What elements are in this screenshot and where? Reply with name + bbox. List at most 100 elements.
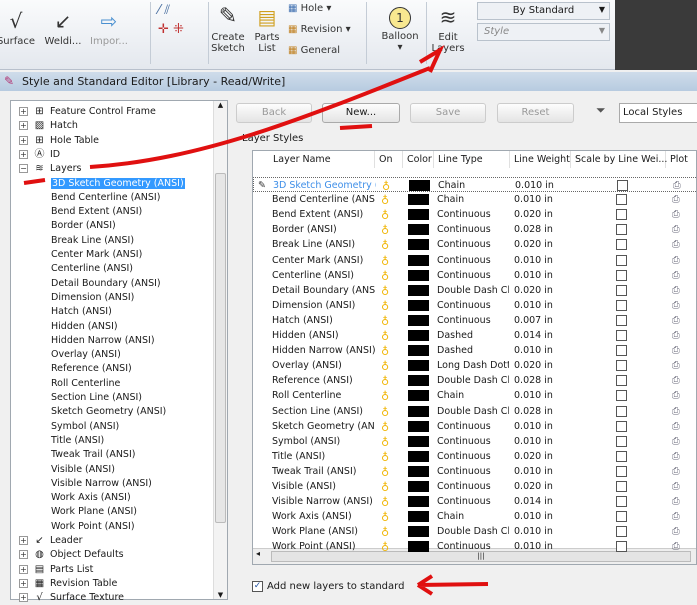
light-bulb-on-icon[interactable]: ♀ xyxy=(381,388,389,403)
tree-item-layer[interactable]: Bend Extent (ANSI) xyxy=(51,205,142,219)
column-header[interactable]: Scale by Line Wei... xyxy=(571,151,667,168)
table-row[interactable]: Hidden (ANSI) ♀ Dashed 0.014 in ⎙ xyxy=(253,328,696,343)
light-bulb-on-icon[interactable]: ♀ xyxy=(381,509,389,524)
plot-printer-icon[interactable]: ⎙ xyxy=(672,509,680,524)
plot-printer-icon[interactable]: ⎙ xyxy=(672,434,680,449)
scale-by-line-weight-checkbox[interactable] xyxy=(616,541,627,553)
scale-by-line-weight-checkbox[interactable] xyxy=(616,239,627,251)
plot-printer-icon[interactable]: ⎙ xyxy=(672,192,680,207)
tree-item-layer[interactable]: Sketch Geometry (ANSI) xyxy=(51,405,166,419)
scale-by-line-weight-checkbox[interactable] xyxy=(616,209,627,221)
expand-toggle-icon[interactable]: + xyxy=(19,593,28,603)
table-row[interactable]: Hatch (ANSI) ♀ Continuous 0.007 in ⎙ xyxy=(253,313,696,328)
scale-by-line-weight-checkbox[interactable] xyxy=(616,465,627,477)
scale-by-line-weight-checkbox[interactable] xyxy=(616,194,627,206)
scale-by-line-weight-checkbox[interactable] xyxy=(616,496,627,508)
scale-by-line-weight-checkbox[interactable] xyxy=(616,375,627,387)
table-row[interactable]: Title (ANSI) ♀ Continuous 0.020 in ⎙ xyxy=(253,449,696,464)
tree-item-layer[interactable]: Work Point (ANSI) xyxy=(51,520,135,534)
tree-item-layer[interactable]: Symbol (ANSI) xyxy=(51,420,119,434)
plot-printer-icon[interactable]: ⎙ xyxy=(672,313,680,328)
tree-item-layer[interactable]: Title (ANSI) xyxy=(51,434,104,448)
tree-item-layers[interactable]: − ≋ Layers xyxy=(19,162,214,176)
tree-item-layer[interactable]: Hatch (ANSI) xyxy=(51,305,112,319)
plot-printer-icon[interactable]: ⎙ xyxy=(672,449,680,464)
light-bulb-on-icon[interactable]: ♀ xyxy=(381,253,389,268)
color-swatch[interactable] xyxy=(408,239,429,251)
tree-item-layer[interactable]: Hidden Narrow (ANSI) xyxy=(51,334,155,348)
tree-item-layer[interactable]: Break Line (ANSI) xyxy=(51,234,134,248)
tree-item-object-defaults[interactable]: + ◍ Object Defaults xyxy=(19,548,214,562)
parts-list-button[interactable]: ▤ Parts List xyxy=(252,4,282,54)
plot-printer-icon[interactable]: ⎙ xyxy=(672,298,680,313)
tree-item-layer[interactable]: Section Line (ANSI) xyxy=(51,391,142,405)
column-header[interactable]: Line Type xyxy=(434,151,510,168)
scale-by-line-weight-checkbox[interactable] xyxy=(616,511,627,523)
surface-button[interactable]: √ Surface xyxy=(0,8,36,47)
plot-printer-icon[interactable]: ⎙ xyxy=(672,358,680,373)
plot-printer-icon[interactable]: ⎙ xyxy=(672,222,680,237)
scale-by-line-weight-checkbox[interactable] xyxy=(616,526,627,538)
color-swatch[interactable] xyxy=(408,299,429,311)
table-row[interactable]: Bend Centerline (ANSI) ♀ Chain 0.010 in ⎙ xyxy=(253,192,696,207)
tree-item-parts-list[interactable]: + ▤ Parts List xyxy=(19,563,214,577)
revision-table-button[interactable]: ▦ Revision ▾ xyxy=(288,24,351,35)
table-row[interactable]: Roll Centerline ♀ Chain 0.010 in ⎙ xyxy=(253,388,696,403)
column-header[interactable]: Line Weight xyxy=(510,151,571,168)
table-row[interactable]: Visible Narrow (ANSI) ♀ Continuous 0.014 in… xyxy=(253,494,696,509)
plot-printer-icon[interactable]: ⎙ xyxy=(672,539,680,554)
table-row[interactable]: Centerline (ANSI) ♀ Continuous 0.010 in ⎙ xyxy=(253,268,696,283)
tree-item-layer[interactable]: Work Plane (ANSI) xyxy=(51,505,137,519)
color-swatch[interactable] xyxy=(408,194,429,206)
plot-printer-icon[interactable]: ⎙ xyxy=(672,237,680,252)
tree-item-id[interactable]: + Ⓐ ID xyxy=(19,148,214,162)
add-to-standard-checkbox[interactable]: ✓ xyxy=(252,581,263,592)
plot-printer-icon[interactable]: ⎙ xyxy=(672,373,680,388)
color-swatch[interactable] xyxy=(408,345,429,357)
table-row[interactable]: Overlay (ANSI) ♀ Long Dash Dotted 0.020 in ⎙ xyxy=(253,358,696,373)
color-swatch[interactable] xyxy=(408,284,429,296)
welding-button[interactable]: ↙ Weldi... xyxy=(42,8,84,47)
tree-item-layer[interactable]: Work Axis (ANSI) xyxy=(51,491,131,505)
light-bulb-on-icon[interactable]: ♀ xyxy=(381,404,389,419)
column-header[interactable]: On xyxy=(375,151,403,168)
color-swatch[interactable] xyxy=(409,180,430,191)
light-bulb-on-icon[interactable]: ♀ xyxy=(381,237,389,252)
light-bulb-on-icon[interactable]: ♀ xyxy=(381,479,389,494)
light-bulb-on-icon[interactable]: ♀ xyxy=(381,328,389,343)
tree-item-layer[interactable]: Dimension (ANSI) xyxy=(51,291,134,305)
tree-item-layer[interactable]: Border (ANSI) xyxy=(51,219,116,233)
scale-by-line-weight-checkbox[interactable] xyxy=(616,330,627,341)
light-bulb-on-icon[interactable]: ♀ xyxy=(381,192,389,207)
light-bulb-on-icon[interactable]: ♀ xyxy=(381,298,389,313)
expand-toggle-icon[interactable]: + xyxy=(19,564,28,574)
scale-by-line-weight-checkbox[interactable] xyxy=(617,180,628,191)
color-swatch[interactable] xyxy=(408,269,429,281)
plot-printer-icon[interactable]: ⎙ xyxy=(672,388,680,403)
plot-printer-icon[interactable]: ⎙ xyxy=(672,419,680,434)
edit-layers-button[interactable]: ≋ Edit Layers xyxy=(430,4,466,54)
expand-toggle-icon[interactable]: − xyxy=(19,164,28,174)
scale-by-line-weight-checkbox[interactable] xyxy=(616,390,627,402)
plot-printer-icon[interactable]: ⎙ xyxy=(672,524,680,539)
light-bulb-on-icon[interactable]: ♀ xyxy=(381,449,389,464)
scale-by-line-weight-checkbox[interactable] xyxy=(616,224,627,236)
color-swatch[interactable] xyxy=(408,390,429,402)
table-row[interactable]: Symbol (ANSI) ♀ Continuous 0.010 in ⎙ xyxy=(253,434,696,449)
light-bulb-on-icon[interactable]: ♀ xyxy=(381,358,389,373)
color-swatch[interactable] xyxy=(408,375,429,387)
style-dropdown[interactable]: Style ▼ xyxy=(477,23,610,41)
back-button[interactable]: Back xyxy=(236,103,312,123)
table-row[interactable]: ✎ 3D Sketch Geometry (ANSI) ♀ Chain 0.010 in… xyxy=(253,177,696,192)
light-bulb-on-icon[interactable]: ♀ xyxy=(381,524,389,539)
expand-toggle-icon[interactable]: + xyxy=(19,550,28,560)
plot-printer-icon[interactable]: ⎙ xyxy=(672,464,680,479)
scroll-thumb[interactable] xyxy=(215,173,226,523)
table-row[interactable]: Reference (ANSI) ♀ Double Dash Chain 0.028 … xyxy=(253,373,696,388)
tree-item-layer[interactable]: Roll Centerline xyxy=(51,377,120,391)
light-bulb-on-icon[interactable]: ♀ xyxy=(381,419,389,434)
scale-by-line-weight-checkbox[interactable] xyxy=(616,254,627,266)
table-row[interactable]: Section Line (ANSI) ♀ Double Dash Chain 0.0… xyxy=(253,404,696,419)
new-button[interactable]: New... xyxy=(322,103,400,123)
table-row[interactable]: Dimension (ANSI) ♀ Continuous 0.010 in ⎙ xyxy=(253,298,696,313)
